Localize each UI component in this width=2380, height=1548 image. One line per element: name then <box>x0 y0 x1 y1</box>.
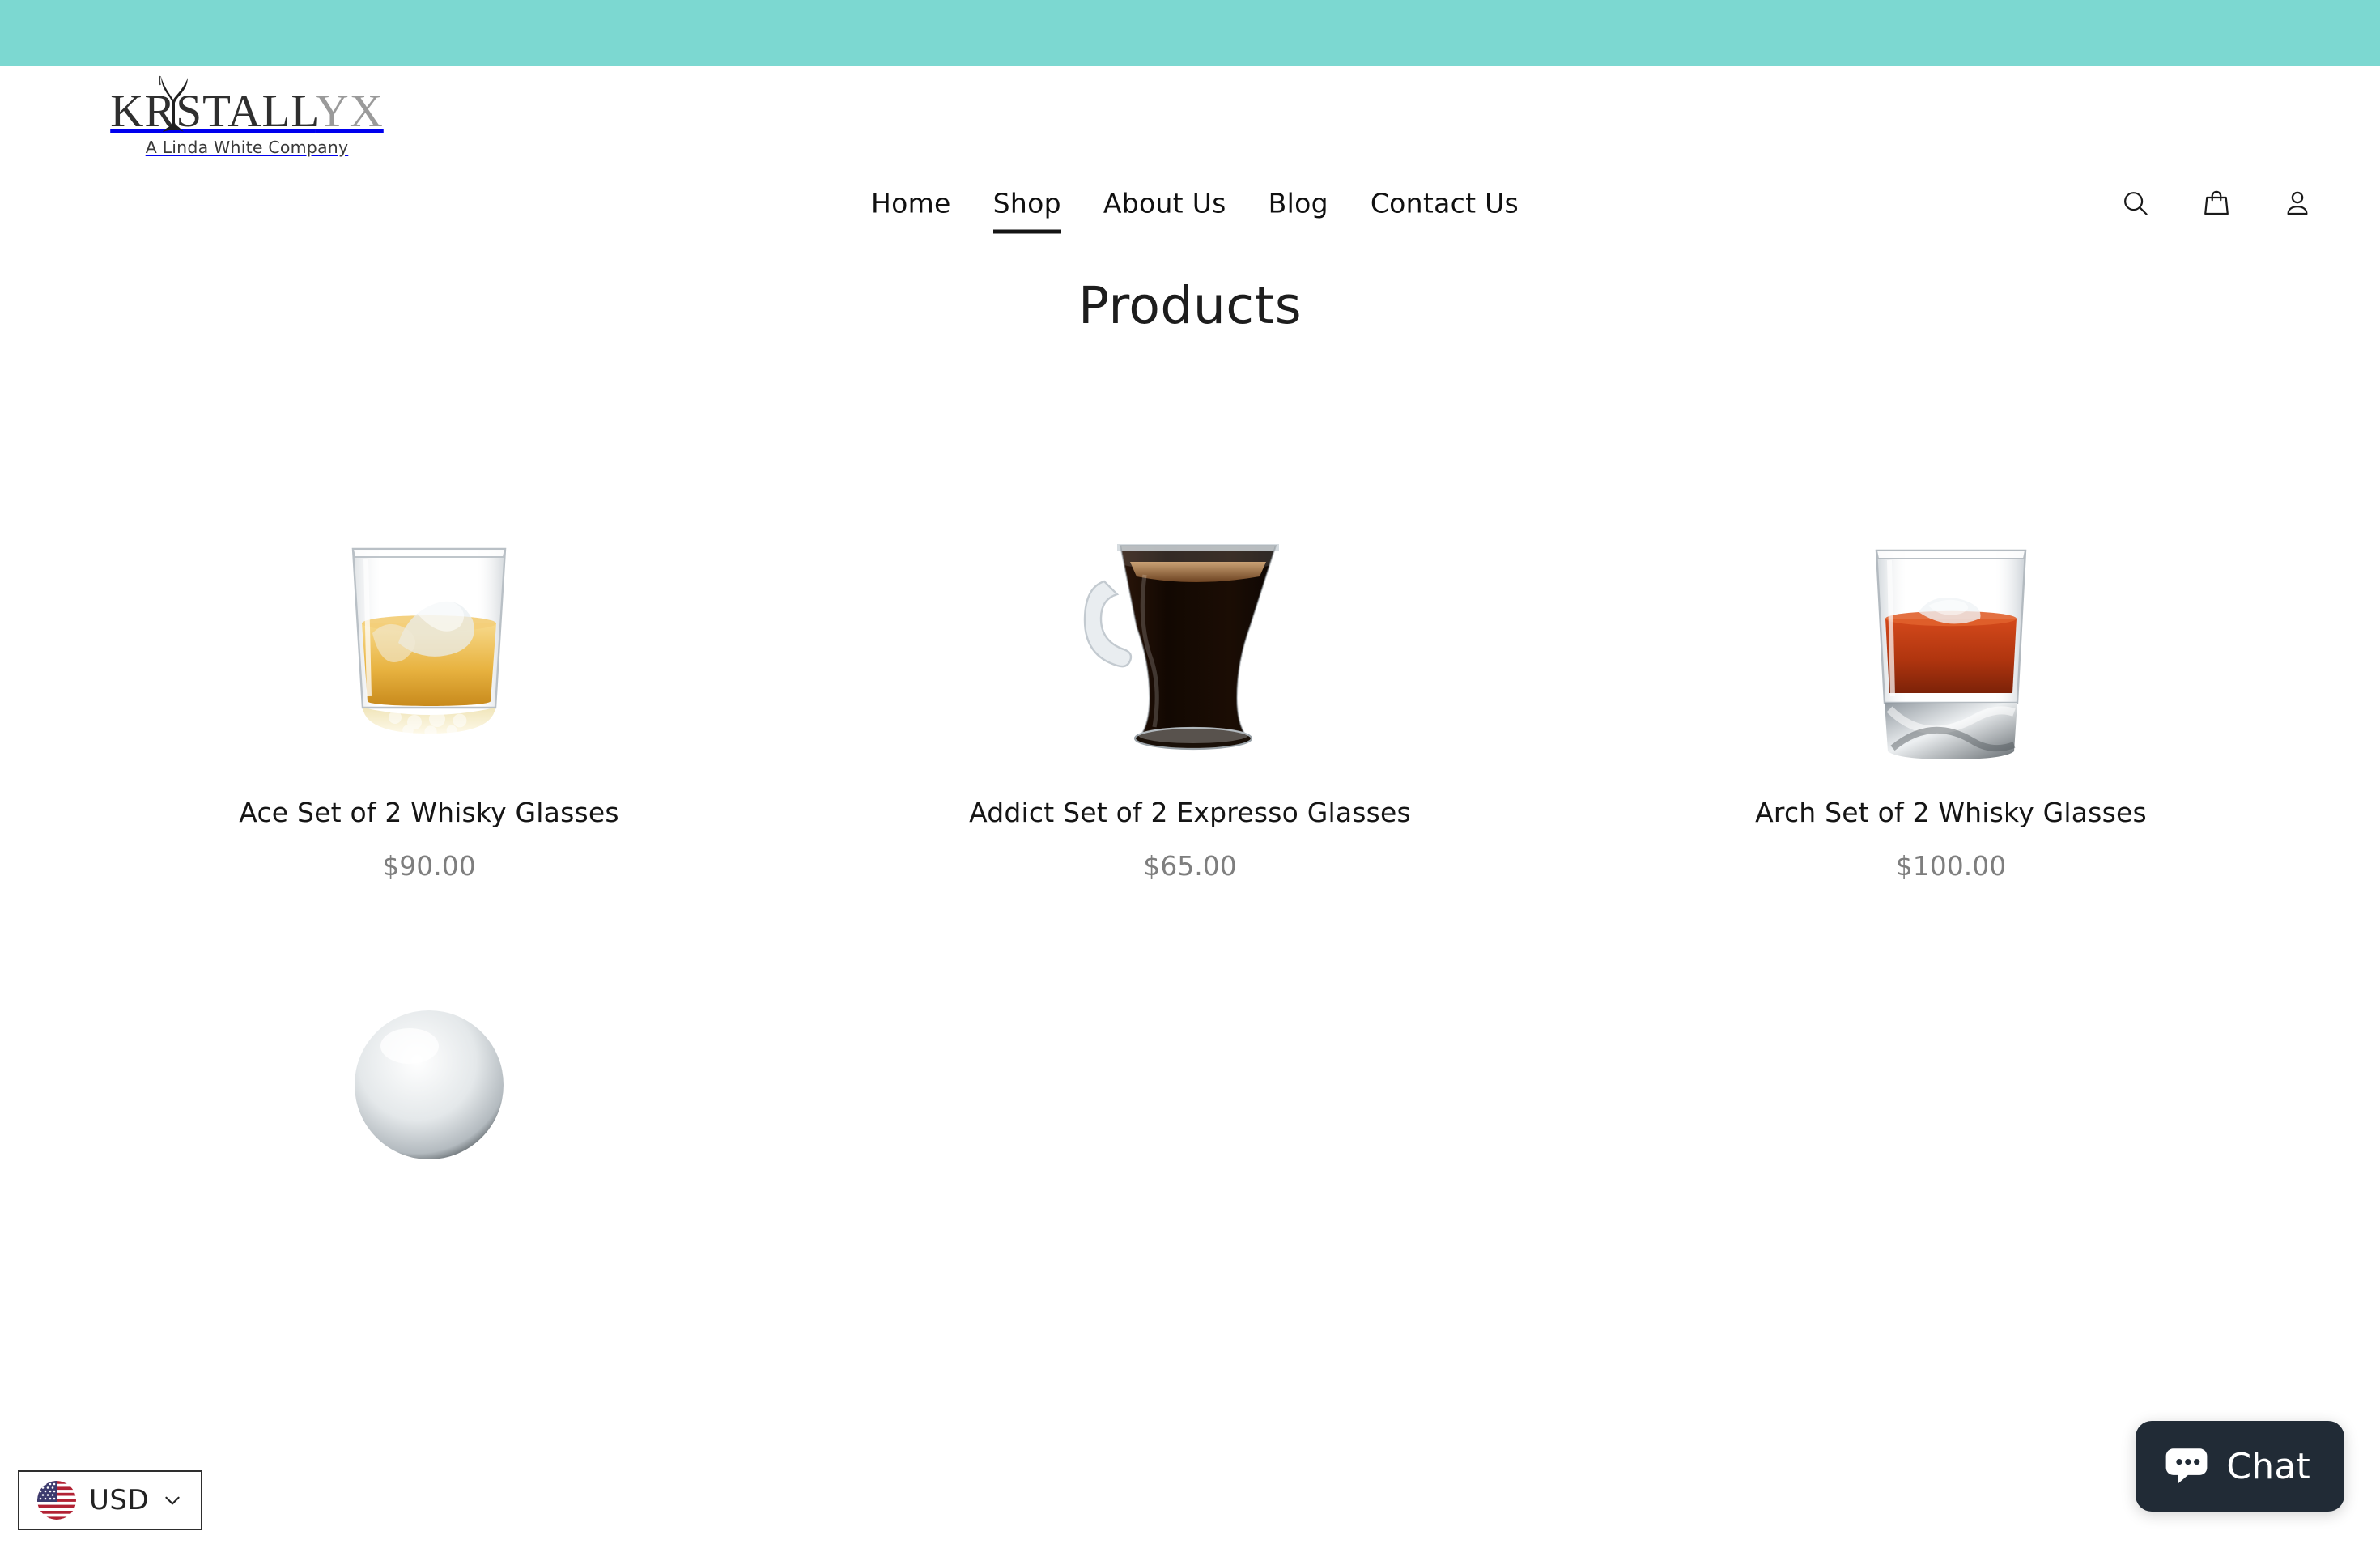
product-title: Arch Set of 2 Whisky Glasses <box>1755 797 2147 828</box>
nav-item-blog[interactable]: Blog <box>1247 188 1349 219</box>
chat-bubble-icon <box>2166 1448 2208 1484</box>
product-grid: Ace Set of 2 Whisky Glasses $90.00 Addic… <box>0 335 2380 882</box>
product-title: Ace Set of 2 Whisky Glasses <box>239 797 619 828</box>
brand-wordmark-part-1: KR <box>110 86 176 137</box>
search-icon <box>2124 192 2148 215</box>
chat-widget-button[interactable]: Chat <box>2136 1421 2344 1512</box>
product-card-addict[interactable]: Addict Set of 2 Expresso Glasses $65.00 <box>810 335 1570 882</box>
page-root: KRSTALLYX A Linda White Company Home Sho… <box>0 0 2380 1548</box>
glass-sphere-icon <box>355 1010 504 1159</box>
brand-wordmark: KRSTALLYX <box>77 75 417 137</box>
header-actions <box>2118 185 2315 221</box>
nav-item-contact-us[interactable]: Contact Us <box>1349 188 1540 219</box>
whisky-tumbler-amber-icon <box>351 547 507 738</box>
product-card-partial[interactable] <box>49 991 810 1190</box>
shopping-bag-icon <box>2204 190 2229 215</box>
brand-wordmark-part-3: YX <box>315 86 384 137</box>
main-navigation: Home Shop About Us Blog Contact Us <box>850 188 1540 234</box>
search-button[interactable] <box>2118 185 2153 221</box>
product-title: Addict Set of 2 Expresso Glasses <box>969 797 1411 828</box>
product-price: $65.00 <box>1143 849 1237 882</box>
brand-logo[interactable]: KRSTALLYX A Linda White Company <box>77 75 417 157</box>
announcement-bar <box>0 0 2380 66</box>
product-grid-row-2 <box>0 991 2380 1190</box>
brand-wordmark-part-2: STALL <box>176 86 316 137</box>
product-image-arch <box>1570 335 2331 797</box>
cart-button[interactable] <box>2199 185 2234 221</box>
product-image-partial <box>49 991 810 1169</box>
brand-tagline: A Linda White Company <box>145 138 349 157</box>
espresso-glass-icon <box>1083 544 1279 751</box>
account-button[interactable] <box>2280 185 2315 221</box>
page-title: Products <box>1077 276 1303 335</box>
product-image-addict <box>810 335 1570 797</box>
site-header: KRSTALLYX A Linda White Company Home Sho… <box>0 66 2380 234</box>
currency-selector[interactable]: USD <box>18 1470 203 1530</box>
chevron-down-icon <box>165 1496 180 1505</box>
us-flag-icon <box>37 1481 76 1520</box>
product-price: $90.00 <box>382 849 476 882</box>
product-card-ace[interactable]: Ace Set of 2 Whisky Glasses $90.00 <box>49 335 810 882</box>
nav-item-about-us[interactable]: About Us <box>1082 188 1247 219</box>
whisky-tumbler-red-icon <box>1875 549 2027 759</box>
nav-item-home[interactable]: Home <box>850 188 972 219</box>
nav-item-shop[interactable]: Shop <box>972 188 1082 234</box>
chat-label: Chat <box>2226 1445 2310 1487</box>
product-card-arch[interactable]: Arch Set of 2 Whisky Glasses $100.00 <box>1570 335 2331 882</box>
currency-code-label: USD <box>89 1484 150 1516</box>
product-image-ace <box>49 335 810 797</box>
account-icon <box>2287 191 2308 215</box>
product-price: $100.00 <box>1895 849 2007 882</box>
